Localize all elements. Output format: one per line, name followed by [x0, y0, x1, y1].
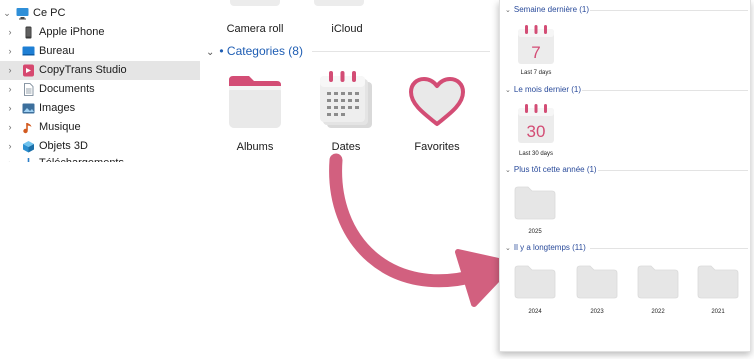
item-caption: 2023: [590, 309, 604, 315]
chevron-down-icon[interactable]: ⌄: [505, 167, 511, 174]
calendar-icon: 30: [518, 104, 554, 143]
folder-icon: [514, 186, 556, 220]
calendar-day: 30: [527, 122, 546, 141]
group-header-il-y-a-longtemps[interactable]: ⌄ Il y a longtemps (11): [505, 243, 586, 252]
group-header-semaine-derniere[interactable]: ⌄ Semaine dernière (1): [505, 5, 589, 14]
item-caption: Last 7 days: [520, 70, 552, 76]
group-header-label: Le mois dernier (1): [513, 85, 582, 94]
divider: [590, 10, 748, 11]
folder-icon: [514, 265, 556, 299]
group-header-plus-tot-cette-annee[interactable]: ⌄ Plus tôt cette année (1): [505, 165, 597, 174]
calendar-icon: 7: [518, 25, 554, 64]
item-caption: 2024: [528, 309, 542, 315]
item-caption: 2021: [711, 309, 725, 315]
divider: [582, 90, 748, 91]
chevron-down-icon[interactable]: ⌄: [505, 245, 511, 252]
group-header-le-mois-dernier[interactable]: ⌄ Le mois dernier (1): [505, 85, 581, 94]
item-caption: 2025: [528, 229, 542, 235]
group-header-label: Il y a longtemps (11): [513, 243, 586, 252]
chevron-down-icon[interactable]: ⌄: [505, 7, 511, 14]
group-header-label: Plus tôt cette année (1): [513, 165, 597, 174]
divider: [598, 170, 748, 171]
group-header-label: Semaine dernière (1): [513, 5, 590, 14]
calendar-day: 7: [531, 43, 540, 62]
dates-panel: ⌄ Semaine dernière (1) 7 Last 7 days ⌄ Le …: [499, 0, 751, 352]
divider: [590, 248, 748, 249]
item-caption: 2022: [651, 309, 665, 315]
folder-icon: [697, 265, 739, 299]
folder-icon: [637, 265, 679, 299]
folder-icon: [576, 265, 618, 299]
chevron-down-icon[interactable]: ⌄: [505, 87, 511, 94]
item-caption: Last 30 days: [518, 151, 554, 157]
